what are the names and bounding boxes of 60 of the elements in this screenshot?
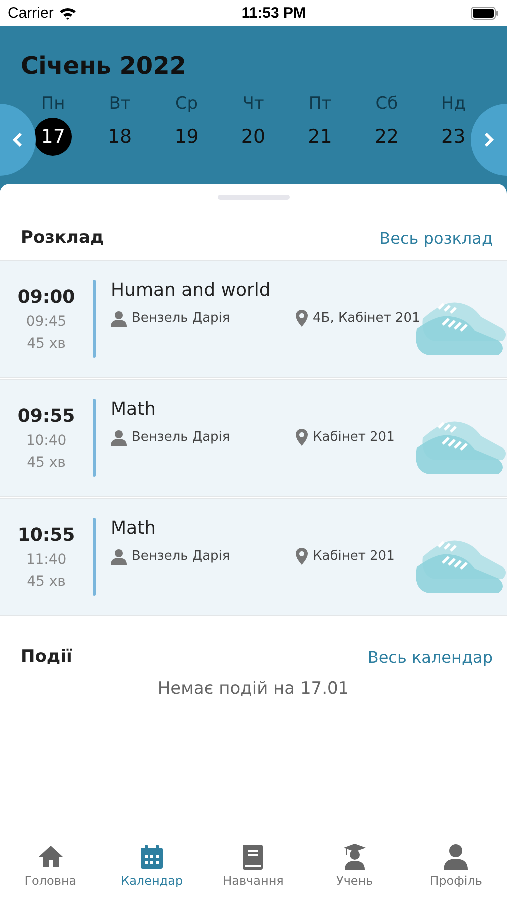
date-button[interactable]: 18 <box>101 118 140 156</box>
teacher-name: Вензель Дарія <box>132 311 230 326</box>
sheet-handle[interactable] <box>218 195 290 200</box>
lesson-card[interactable]: 10:55 11:40 45 хв Math Вензель Дарія Кабінет 201 <box>0 498 507 616</box>
lesson-subject: Human and world <box>111 280 272 301</box>
end-time: 11:40 <box>26 552 67 568</box>
tab-bar-item[interactable]: Учень <box>304 843 406 888</box>
lesson-card[interactable]: 09:00 09:45 45 хв Human and world Вензель Дарія 4Б, Кабінет 201 <box>0 260 507 378</box>
all-schedule-link[interactable]: Весь розклад <box>380 228 493 248</box>
clock-time: 11:53 PM <box>242 4 306 22</box>
teacher-name: Вензель Дарія <box>132 549 230 564</box>
end-time: 10:40 <box>26 432 67 448</box>
tab-bar-item[interactable]: Головна <box>0 843 102 888</box>
start-time: 09:55 <box>18 406 76 426</box>
location-pin-icon <box>296 548 308 565</box>
end-time: 09:45 <box>26 314 67 330</box>
chevron-right-icon <box>483 132 495 148</box>
section-title: Розклад <box>21 228 104 248</box>
location-pin-icon <box>296 429 308 446</box>
duration-label: 45 хв <box>27 574 66 590</box>
weekday-label: Вт <box>109 94 131 114</box>
all-calendar-link[interactable]: Весь календар <box>368 648 493 666</box>
start-time: 09:00 <box>18 286 76 308</box>
chevron-left-icon <box>12 132 24 148</box>
person-icon <box>111 430 127 446</box>
person-icon <box>111 548 127 564</box>
lesson-subject: Math <box>111 399 158 420</box>
person-icon <box>111 310 127 326</box>
duration-label: 45 хв <box>27 454 66 470</box>
no-events-message: Немає подій на 17.01 <box>156 679 350 699</box>
weekday-label: Нд <box>441 94 466 114</box>
date-button[interactable]: 19 <box>168 118 206 156</box>
tab-bar-item[interactable]: Календар <box>101 843 203 888</box>
month-title: Січень 2022 <box>20 52 188 80</box>
battery-icon <box>471 6 499 20</box>
date-button[interactable]: 23 <box>434 118 473 156</box>
date-button[interactable]: 22 <box>368 118 406 156</box>
room-label: Кабінет 201 <box>313 549 395 564</box>
date-button[interactable]: 20 <box>234 118 272 156</box>
weekday-label: Пн <box>41 94 66 114</box>
date-button[interactable]: 21 <box>301 118 340 156</box>
start-time: 10:55 <box>18 524 76 546</box>
duration-label: 45 хв <box>27 336 66 352</box>
weekday-label: Чт <box>242 94 264 114</box>
section-title: Події <box>21 647 72 667</box>
date-button[interactable]: 17 <box>34 118 72 156</box>
weekday-label: Сб <box>376 94 398 114</box>
room-label: Кабінет 201 <box>313 430 395 445</box>
weekday-label: Пт <box>308 94 332 114</box>
weekday-label: Ср <box>175 94 198 114</box>
lesson-card[interactable]: 09:55 10:40 45 хв Math Вензель Дарія Кабінет 201 <box>0 379 507 497</box>
room-label: 4Б, Кабінет 201 <box>313 311 420 326</box>
person-icon <box>442 843 470 871</box>
teacher-name: Вензель Дарія <box>132 430 230 445</box>
carrier-label: Carrier <box>8 4 54 22</box>
wifi-icon <box>58 6 77 20</box>
tab-bar-item[interactable]: Навчання <box>202 843 304 888</box>
tab-bar-item[interactable]: Профіль <box>406 843 507 888</box>
location-pin-icon <box>296 310 308 327</box>
lesson-subject: Math <box>111 518 158 539</box>
